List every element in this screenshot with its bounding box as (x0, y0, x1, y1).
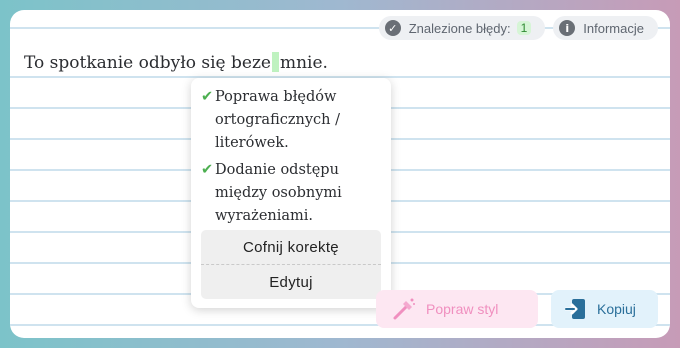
errors-count: 1 (516, 21, 532, 35)
edit-button[interactable]: Edytuj (201, 265, 381, 299)
correction-item: ✔ Dodanie odstępu między osobnymi wyraże… (201, 159, 381, 228)
improve-style-label: Popraw styl (426, 301, 499, 317)
correction-item: ✔ Poprawa błędów ortograficznych / liter… (201, 86, 381, 155)
info-button[interactable]: i Informacje (553, 16, 658, 40)
correction-popup: ✔ Poprawa błędów ortograficznych / liter… (191, 78, 391, 308)
undo-correction-button[interactable]: Cofnij korektę (201, 230, 381, 265)
editor-card: ✓ Znalezione błędy: 1 i Informacje To sp… (10, 10, 670, 338)
errors-found-badge[interactable]: ✓ Znalezione błędy: 1 (378, 16, 546, 40)
info-label: Informacje (583, 20, 644, 36)
correction-text: Poprawa błędów ortograficznych / literów… (215, 89, 340, 151)
copy-icon (565, 299, 585, 319)
errors-found-label: Znalezione błędy: (408, 20, 511, 36)
info-icon: i (559, 20, 576, 36)
magic-wand-icon (393, 298, 415, 320)
top-bar: ✓ Znalezione błędy: 1 i Informacje (378, 16, 658, 40)
text-after: mnie. (279, 53, 328, 73)
editor-text[interactable]: To spotkanie odbyło się beze mnie. (24, 52, 328, 73)
text-before: To spotkanie odbyło się beze (24, 53, 271, 73)
check-icon: ✔ (201, 89, 214, 105)
popup-actions: Cofnij korektę Edytuj (201, 230, 381, 299)
inserted-space-marker[interactable] (271, 52, 279, 72)
check-icon: ✔ (201, 162, 214, 178)
improve-style-button[interactable]: Popraw styl (376, 290, 538, 328)
check-circle-icon: ✓ (384, 20, 401, 36)
copy-label: Kopiuj (597, 301, 636, 317)
copy-button[interactable]: Kopiuj (551, 290, 658, 328)
correction-text: Dodanie odstępu między osobnymi wyrażeni… (215, 162, 342, 224)
